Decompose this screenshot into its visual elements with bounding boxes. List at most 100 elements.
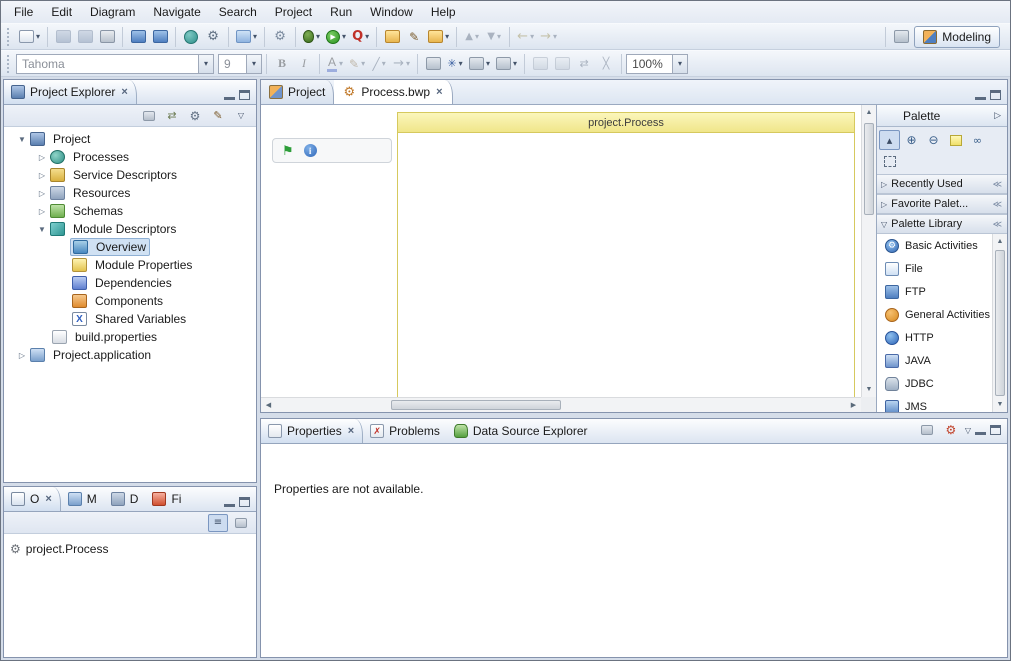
close-icon[interactable]: × xyxy=(120,86,128,98)
tree-item-project[interactable]: ▼ Project xyxy=(4,130,256,148)
minimize-icon[interactable] xyxy=(224,90,235,100)
tree-item-overview[interactable]: Overview xyxy=(4,238,256,256)
back-dropdown-button[interactable]: ←▾ xyxy=(514,26,537,48)
process-box[interactable]: project.Process xyxy=(397,112,855,399)
twistie-collapsed-icon[interactable]: ▷ xyxy=(34,207,50,216)
tab-deployment[interactable]: D xyxy=(104,487,146,511)
collapse-all-button[interactable] xyxy=(139,107,159,125)
scroll-left-icon[interactable]: ◀ xyxy=(261,398,276,412)
print-button[interactable] xyxy=(96,26,118,48)
scroll-down-icon[interactable]: ▼ xyxy=(862,382,876,397)
capability-button[interactable] xyxy=(180,26,202,48)
palette-item-jms[interactable]: JMS xyxy=(877,395,992,412)
debug-dropdown-button[interactable]: ▾ xyxy=(300,26,323,48)
palette-section-favorite[interactable]: ▷ Favorite Palet... ≪ xyxy=(877,194,1007,214)
scrollbar-thumb[interactable] xyxy=(995,250,1005,396)
zoom-combo[interactable]: 100% ▾ xyxy=(626,54,688,74)
palette-scrollbar[interactable]: ▲ ▼ xyxy=(992,234,1007,412)
scroll-track[interactable] xyxy=(862,218,876,382)
minimize-icon[interactable] xyxy=(224,497,235,507)
profile-dropdown-button[interactable]: Q▾ xyxy=(349,26,372,48)
open-folder-button[interactable] xyxy=(381,26,403,48)
twistie-expanded-icon[interactable]: ▼ xyxy=(14,135,30,144)
canvas-vertical-scrollbar[interactable]: ▲ ▼ xyxy=(861,105,876,397)
view-menu-button[interactable]: ▽ xyxy=(231,107,251,125)
arrow-style-dropdown-button[interactable]: →▾ xyxy=(390,53,413,75)
font-size-combo[interactable]: 9 ▾ xyxy=(218,54,262,74)
tree-item-components[interactable]: Components xyxy=(4,292,256,310)
marquee-tool-button[interactable] xyxy=(879,151,900,171)
process-canvas[interactable]: ⚑ i project.Process ▲ ▼ xyxy=(261,105,876,412)
grid-toggle-button[interactable] xyxy=(422,53,444,75)
tab-process-bwp[interactable]: ⚙ Process.bwp × xyxy=(334,80,452,104)
new-application-button[interactable] xyxy=(149,26,171,48)
minimize-icon[interactable] xyxy=(975,425,986,435)
chevron-down-icon[interactable]: ▾ xyxy=(246,55,261,73)
palette-section-library[interactable]: ▽ Palette Library ≪ xyxy=(877,214,1007,234)
menu-help[interactable]: Help xyxy=(422,2,465,22)
italic-button[interactable]: I xyxy=(293,53,315,75)
tab-problems[interactable]: ✗ Problems xyxy=(363,419,447,443)
new-module-button[interactable] xyxy=(127,26,149,48)
menu-file[interactable]: File xyxy=(5,2,42,22)
twistie-collapsed-icon[interactable]: ▷ xyxy=(34,171,50,180)
line-style-dropdown-button[interactable]: ╱▾ xyxy=(368,53,390,75)
font-family-combo[interactable]: Tahoma ▾ xyxy=(16,54,214,74)
scroll-right-icon[interactable]: ▶ xyxy=(846,398,861,412)
menu-edit[interactable]: Edit xyxy=(42,2,81,22)
scroll-up-icon[interactable]: ▲ xyxy=(993,234,1007,249)
chevron-down-icon[interactable]: ▾ xyxy=(198,55,213,73)
process-header[interactable]: project.Process xyxy=(398,113,854,133)
show-advanced-button[interactable]: ⚙ xyxy=(941,421,961,439)
tree-item-processes[interactable]: ▷ Processes xyxy=(4,148,256,166)
next-annotation-button[interactable]: ▼▾ xyxy=(483,26,505,48)
twistie-collapsed-icon[interactable]: ▷ xyxy=(34,189,50,198)
pin-open-icon[interactable]: ≪ xyxy=(993,199,1002,210)
thumbnail-mode-button[interactable] xyxy=(231,514,251,532)
palette-item-java[interactable]: JAVA xyxy=(877,349,992,372)
note-tool-button[interactable] xyxy=(945,130,966,150)
menu-navigate[interactable]: Navigate xyxy=(144,2,209,22)
scroll-down-icon[interactable]: ▼ xyxy=(993,397,1007,412)
close-icon[interactable]: × xyxy=(347,425,355,437)
scroll-track[interactable] xyxy=(561,398,846,412)
close-icon[interactable]: × xyxy=(435,86,443,98)
pin-open-icon[interactable]: ≪ xyxy=(993,179,1002,190)
close-icon[interactable]: × xyxy=(44,493,52,505)
scrollbar-thumb[interactable] xyxy=(391,400,561,410)
view-menu-icon[interactable]: ▽ xyxy=(965,426,971,435)
chevron-down-icon[interactable]: ▾ xyxy=(672,55,687,73)
snap-dropdown-button[interactable]: ✳▾ xyxy=(444,53,466,75)
zoom-in-button[interactable]: ⊕ xyxy=(901,130,922,150)
scrollbar-thumb[interactable] xyxy=(864,123,874,215)
collapse-palette-icon[interactable]: ▷ xyxy=(994,110,1001,121)
menu-project[interactable]: Project xyxy=(266,2,321,22)
pin-view-button[interactable] xyxy=(917,421,937,439)
tree-item-module-descriptors[interactable]: ▼ Module Descriptors xyxy=(4,220,256,238)
twistie-collapsed-icon[interactable]: ▷ xyxy=(14,351,30,360)
palette-item-general-activities[interactable]: General Activities xyxy=(877,303,992,326)
start-flag-icon[interactable]: ⚑ xyxy=(282,144,294,157)
minimize-icon[interactable] xyxy=(975,90,986,100)
menu-diagram[interactable]: Diagram xyxy=(81,2,144,22)
folder-settings-dropdown-button[interactable]: ▾ xyxy=(425,26,452,48)
toolbar-grip[interactable] xyxy=(7,55,11,73)
save-all-button[interactable] xyxy=(74,26,96,48)
open-perspective-button[interactable] xyxy=(890,26,912,48)
settings-button[interactable]: ⚙ xyxy=(202,26,224,48)
maximize-icon[interactable] xyxy=(239,497,250,507)
fill-color-dropdown-button[interactable]: ✎▾ xyxy=(346,53,368,75)
run-dropdown-button[interactable]: ▶▾ xyxy=(323,26,349,48)
tree-item-project-application[interactable]: ▷ Project.application xyxy=(4,346,256,364)
bold-button[interactable]: B xyxy=(271,53,293,75)
tree-item-module-properties[interactable]: Module Properties xyxy=(4,256,256,274)
tree-mode-button[interactable]: ≡ xyxy=(208,514,228,532)
palette-header[interactable]: Palette ▷ xyxy=(877,105,1007,127)
tree-item-resources[interactable]: ▷ Resources xyxy=(4,184,256,202)
forward-dropdown-button[interactable]: →▾ xyxy=(537,26,560,48)
report-dropdown-button[interactable]: ▾ xyxy=(233,26,260,48)
tab-file-explorer[interactable]: Fi xyxy=(145,487,188,511)
layout-dropdown-button[interactable]: ▾ xyxy=(466,53,493,75)
align-left-button[interactable] xyxy=(529,53,551,75)
font-color-dropdown-button[interactable]: A▾ xyxy=(324,53,346,75)
